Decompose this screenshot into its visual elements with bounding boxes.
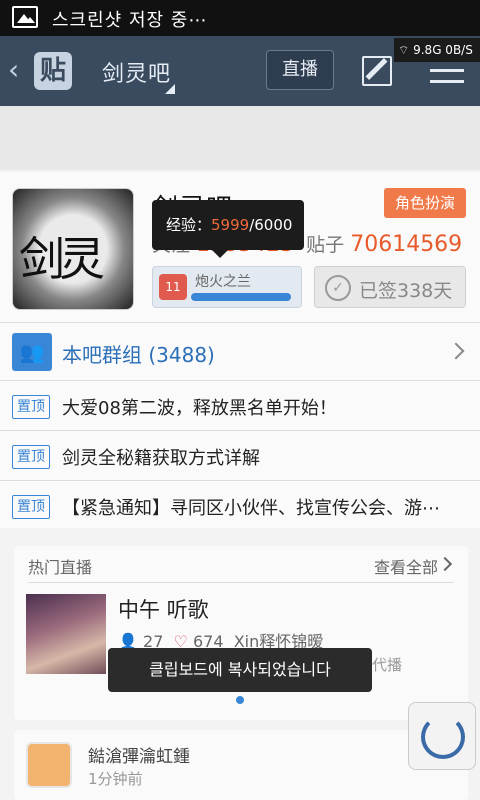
dropdown-indicator-icon <box>165 84 175 94</box>
edit-icon[interactable] <box>362 56 392 86</box>
user-avatar[interactable] <box>26 742 72 788</box>
refresh-button[interactable] <box>408 702 476 770</box>
forum-title[interactable]: 剑灵吧 <box>102 56 171 88</box>
pinned-post-2[interactable]: 置顶 剑灵全秘籍获取方式详解 <box>0 431 480 481</box>
divider <box>28 582 454 583</box>
hot-live-header: 热门直播 <box>28 558 93 577</box>
status-bar: 스크린샷 저장 중⋯ <box>0 0 480 36</box>
network-speed: ⌔ 9.8G 0B/S <box>394 38 480 62</box>
check-icon: ✓ <box>325 275 351 301</box>
tieba-logo[interactable]: 贴 <box>34 52 72 90</box>
pinned-tag: 置顶 <box>12 445 50 469</box>
forum-group-row[interactable]: 👥 本吧群组 (3488) <box>0 323 480 381</box>
level-badge-icon: 11 <box>159 274 187 300</box>
refresh-icon <box>421 715 465 759</box>
level-button[interactable]: 11 炮火之兰 <box>152 266 302 308</box>
chevron-right-icon <box>437 556 453 572</box>
image-icon <box>12 6 38 28</box>
banner-area <box>0 106 480 170</box>
chevron-right-icon <box>447 342 465 360</box>
pinned-title: 大爱08第二波，释放黑名单开始！ <box>62 398 337 419</box>
screenshot-toast: 스크린샷 저장 중⋯ <box>52 10 208 31</box>
carousel-dot <box>236 696 244 704</box>
signed-in-button[interactable]: ✓ 已签338天 <box>314 266 466 308</box>
clipboard-toast: 클립보드에 복사되었습니다 <box>108 648 372 692</box>
back-icon[interactable]: ‹ <box>8 56 28 84</box>
pinned-tag: 置顶 <box>12 495 50 519</box>
view-all-link[interactable]: 查看全部 <box>374 554 438 578</box>
live-button[interactable]: 直播 <box>266 50 334 90</box>
group-icon: 👥 <box>12 333 52 371</box>
level-progress-bar <box>191 293 291 301</box>
forum-avatar[interactable]: 剑灵 <box>12 188 134 310</box>
level-name: 炮火之兰 <box>195 274 251 290</box>
pinned-title: 【紧急通知】寻同区小伙伴、找宣传公会、游⋯ <box>62 498 440 519</box>
pinned-post-1[interactable]: 置顶 大爱08第二波，释放黑名单开始！ <box>0 381 480 431</box>
post-card[interactable]: 鐑滄彃瀹虹鍾 1分钟前 <box>14 730 468 800</box>
pinned-title: 剑灵全秘籍获取方式详解 <box>62 448 260 469</box>
forum-list: 👥 本吧群组 (3488) 置顶 大爱08第二波，释放黑名单开始！ 置顶 剑灵全… <box>0 322 480 528</box>
post-time: 1分钟前 <box>88 770 143 788</box>
pinned-tag: 置顶 <box>12 395 50 419</box>
post-username[interactable]: 鐑滄彃瀹虹鍾 <box>88 742 190 767</box>
live-sub: 代播 <box>372 656 403 674</box>
hot-live-card: 热门直播 查看全部 中午 听歌 👤 27 ♡ 674 Xin释怀锦暧 代播 <box>14 546 468 720</box>
experience-tooltip: 经验：5999/6000 <box>152 200 304 258</box>
role-badge[interactable]: 角色扮演 <box>384 188 466 218</box>
pinned-post-3[interactable]: 置顶 【紧急通知】寻同区小伙伴、找宣传公会、游⋯ <box>0 481 480 531</box>
live-thumbnail[interactable] <box>26 594 106 674</box>
live-title[interactable]: 中午 听歌 <box>118 594 209 624</box>
